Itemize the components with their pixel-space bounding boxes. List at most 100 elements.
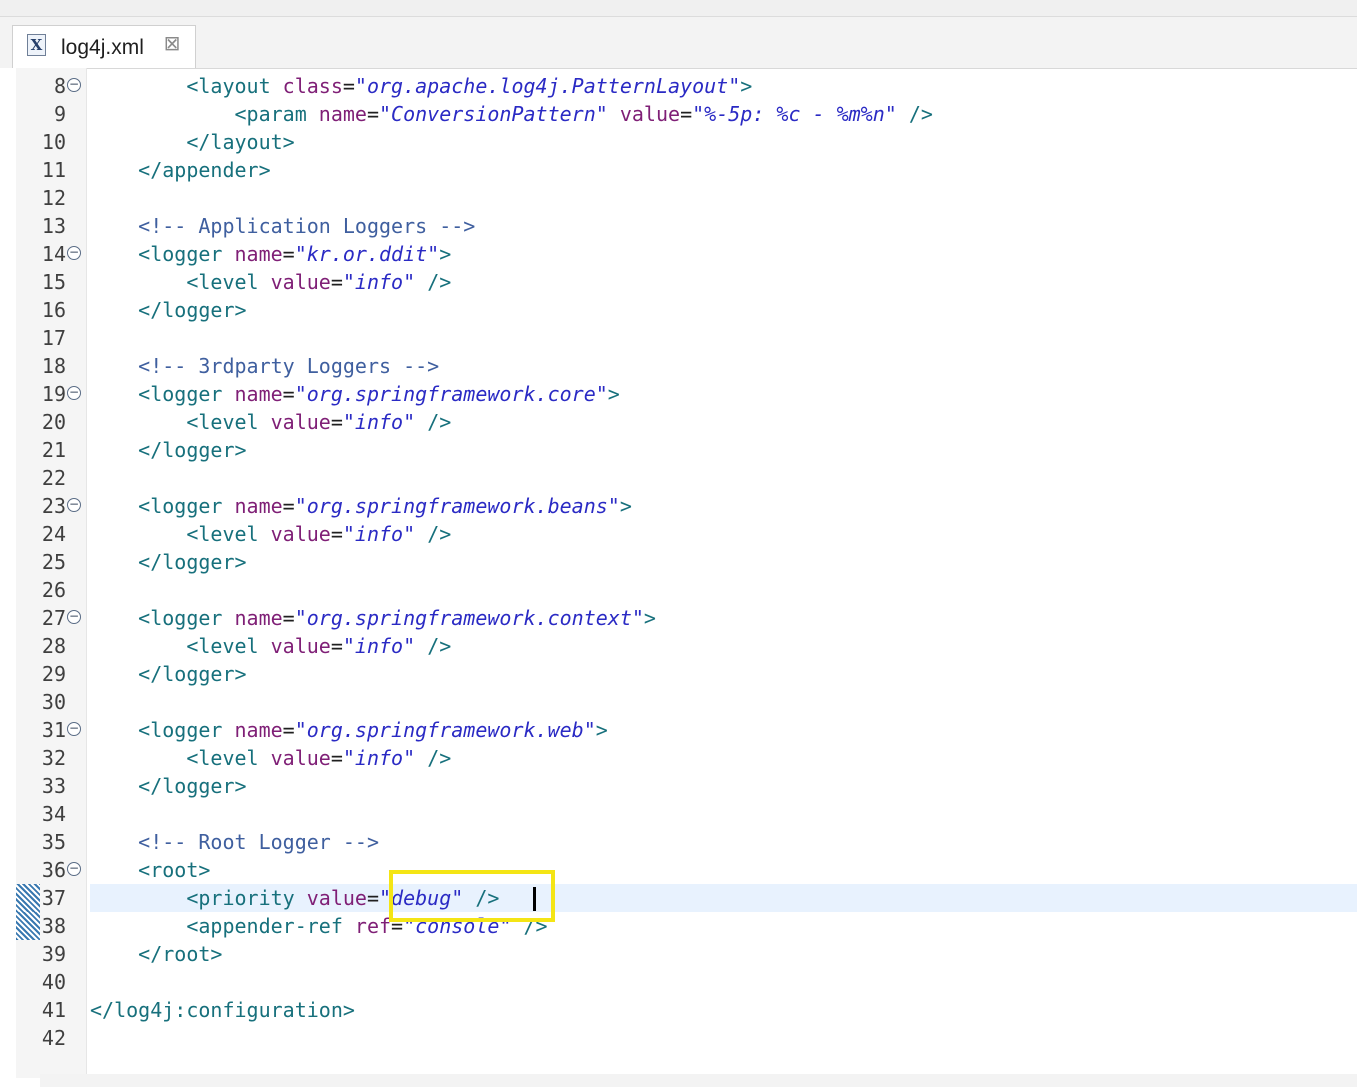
token-attr: value (270, 634, 331, 658)
code-line[interactable]: 24 <level value="info" /> (0, 520, 1357, 548)
token-attr: name (234, 718, 283, 742)
code-line[interactable]: 8− <layout class="org.apache.log4j.Patte… (0, 72, 1357, 100)
code-line[interactable]: 28 <level value="info" /> (0, 632, 1357, 660)
code-line[interactable]: 36− <root> (0, 856, 1357, 884)
code-text[interactable]: </appender> (90, 156, 270, 184)
token-tag: <level (186, 270, 271, 294)
code-text[interactable]: </root> (90, 940, 222, 968)
code-line[interactable]: 30 (0, 688, 1357, 716)
code-text[interactable]: <!-- 3rdparty Loggers --> (90, 352, 439, 380)
code-text[interactable]: </logger> (90, 772, 246, 800)
code-line[interactable]: 20 <level value="info" /> (0, 408, 1357, 436)
code-text[interactable]: <!-- Application Loggers --> (90, 212, 475, 240)
fold-collapse-icon[interactable]: − (67, 386, 81, 400)
code-line[interactable]: 15 <level value="info" /> (0, 268, 1357, 296)
code-text[interactable]: </layout> (90, 128, 295, 156)
horizontal-scrollbar[interactable] (40, 1074, 1357, 1087)
code-line[interactable]: 18 <!-- 3rdparty Loggers --> (0, 352, 1357, 380)
token-str: "org.springframework.beans" (294, 494, 620, 518)
token-tag: /> (427, 410, 452, 434)
code-line[interactable]: 38 <appender-ref ref="console" /> (0, 912, 1357, 940)
code-line[interactable]: 25 </logger> (0, 548, 1357, 576)
code-text[interactable]: </logger> (90, 548, 246, 576)
code-text[interactable]: <logger name="kr.or.ddit"> (90, 240, 451, 268)
code-text[interactable]: </logger> (90, 296, 247, 324)
line-number: 25 (41, 550, 66, 574)
fold-collapse-icon[interactable]: − (67, 78, 81, 92)
code-text[interactable]: <level value="info" /> (90, 408, 451, 436)
code-text[interactable]: <!-- Root Logger --> (90, 828, 379, 856)
code-text[interactable]: <level value="info" /> (90, 520, 451, 548)
token-plain: = (282, 242, 295, 266)
code-text[interactable]: </logger> (90, 436, 246, 464)
code-text[interactable]: <layout class="org.apache.log4j.PatternL… (90, 72, 752, 100)
code-line[interactable]: 13 <!-- Application Loggers --> (0, 212, 1357, 240)
code-line[interactable]: 9 <param name="ConversionPattern" value=… (0, 100, 1357, 128)
code-line[interactable]: 26 (0, 576, 1357, 604)
code-line[interactable]: 12 (0, 184, 1357, 212)
token-tag: <layout (186, 74, 283, 98)
token-str: "org.springframework.context" (294, 606, 644, 630)
token-comment: <!-- 3rdparty Loggers --> (138, 354, 440, 378)
code-text[interactable]: </log4j:configuration> (90, 996, 355, 1024)
code-text[interactable]: <logger name="org.springframework.core"> (90, 380, 620, 408)
fold-collapse-icon[interactable]: − (67, 610, 81, 624)
token-tag: > (595, 718, 608, 742)
fold-collapse-icon[interactable]: − (67, 722, 81, 736)
code-text[interactable]: <level value="info" /> (90, 744, 451, 772)
code-line[interactable]: 23− <logger name="org.springframework.be… (0, 492, 1357, 520)
code-line[interactable]: 37 <priority value="debug" /> (0, 884, 1357, 912)
xml-file-icon: X (27, 34, 46, 56)
code-text[interactable]: <logger name="org.springframework.web"> (90, 716, 608, 744)
close-icon[interactable]: ⊠ (161, 32, 183, 54)
code-line[interactable]: 34 (0, 800, 1357, 828)
token-tag: </logger> (138, 298, 247, 322)
token-tag: </layout> (186, 130, 295, 154)
fold-collapse-icon[interactable]: − (67, 862, 81, 876)
code-text[interactable]: <root> (90, 856, 210, 884)
code-line[interactable]: 31− <logger name="org.springframework.we… (0, 716, 1357, 744)
token-str: "info" (342, 270, 428, 294)
code-line[interactable]: 33 </logger> (0, 772, 1357, 800)
fold-collapse-icon[interactable]: − (67, 498, 81, 512)
line-number: 19 (41, 382, 66, 406)
window-top-strip (0, 0, 1357, 16)
code-text[interactable]: <logger name="org.springframework.contex… (90, 604, 656, 632)
code-line[interactable]: 16 </logger> (0, 296, 1357, 324)
line-number: 39 (41, 942, 66, 966)
code-line[interactable]: 21 </logger> (0, 436, 1357, 464)
code-text[interactable]: <level value="info" /> (90, 268, 451, 296)
xml-editor[interactable]: 8− <layout class="org.apache.log4j.Patte… (0, 68, 1357, 1087)
code-line[interactable]: 35 <!-- Root Logger --> (0, 828, 1357, 856)
code-line[interactable]: 29 </logger> (0, 660, 1357, 688)
tab-log4j-xml[interactable]: X log4j.xml ⊠ (12, 25, 196, 68)
code-line[interactable]: 11 </appender> (0, 156, 1357, 184)
token-attr: ref (354, 914, 392, 938)
code-line[interactable]: 10 </layout> (0, 128, 1357, 156)
code-text[interactable]: <logger name="org.springframework.beans"… (90, 492, 632, 520)
code-line[interactable]: 27− <logger name="org.springframework.co… (0, 604, 1357, 632)
line-number: 34 (41, 802, 66, 826)
code-text[interactable]: <param name="ConversionPattern" value="%… (90, 100, 933, 128)
editor-tab-bar: X log4j.xml ⊠ (0, 16, 1357, 69)
code-line[interactable]: 17 (0, 324, 1357, 352)
code-line[interactable]: 41 </log4j:configuration> (0, 996, 1357, 1024)
code-line[interactable]: 32 <level value="info" /> (0, 744, 1357, 772)
code-line[interactable]: 19− <logger name="org.springframework.co… (0, 380, 1357, 408)
token-tag: > (607, 382, 620, 406)
fold-collapse-icon[interactable]: − (67, 246, 81, 260)
code-line[interactable]: 40 (0, 968, 1357, 996)
code-line[interactable]: 42 (0, 1024, 1357, 1052)
code-text[interactable]: </logger> (90, 660, 246, 688)
token-tag: /> (908, 102, 933, 126)
code-line[interactable]: 22 (0, 464, 1357, 492)
code-text[interactable]: <level value="info" /> (90, 632, 451, 660)
code-line[interactable]: 39 </root> (0, 940, 1357, 968)
code-line[interactable]: 14− <logger name="kr.or.ddit"> (0, 240, 1357, 268)
